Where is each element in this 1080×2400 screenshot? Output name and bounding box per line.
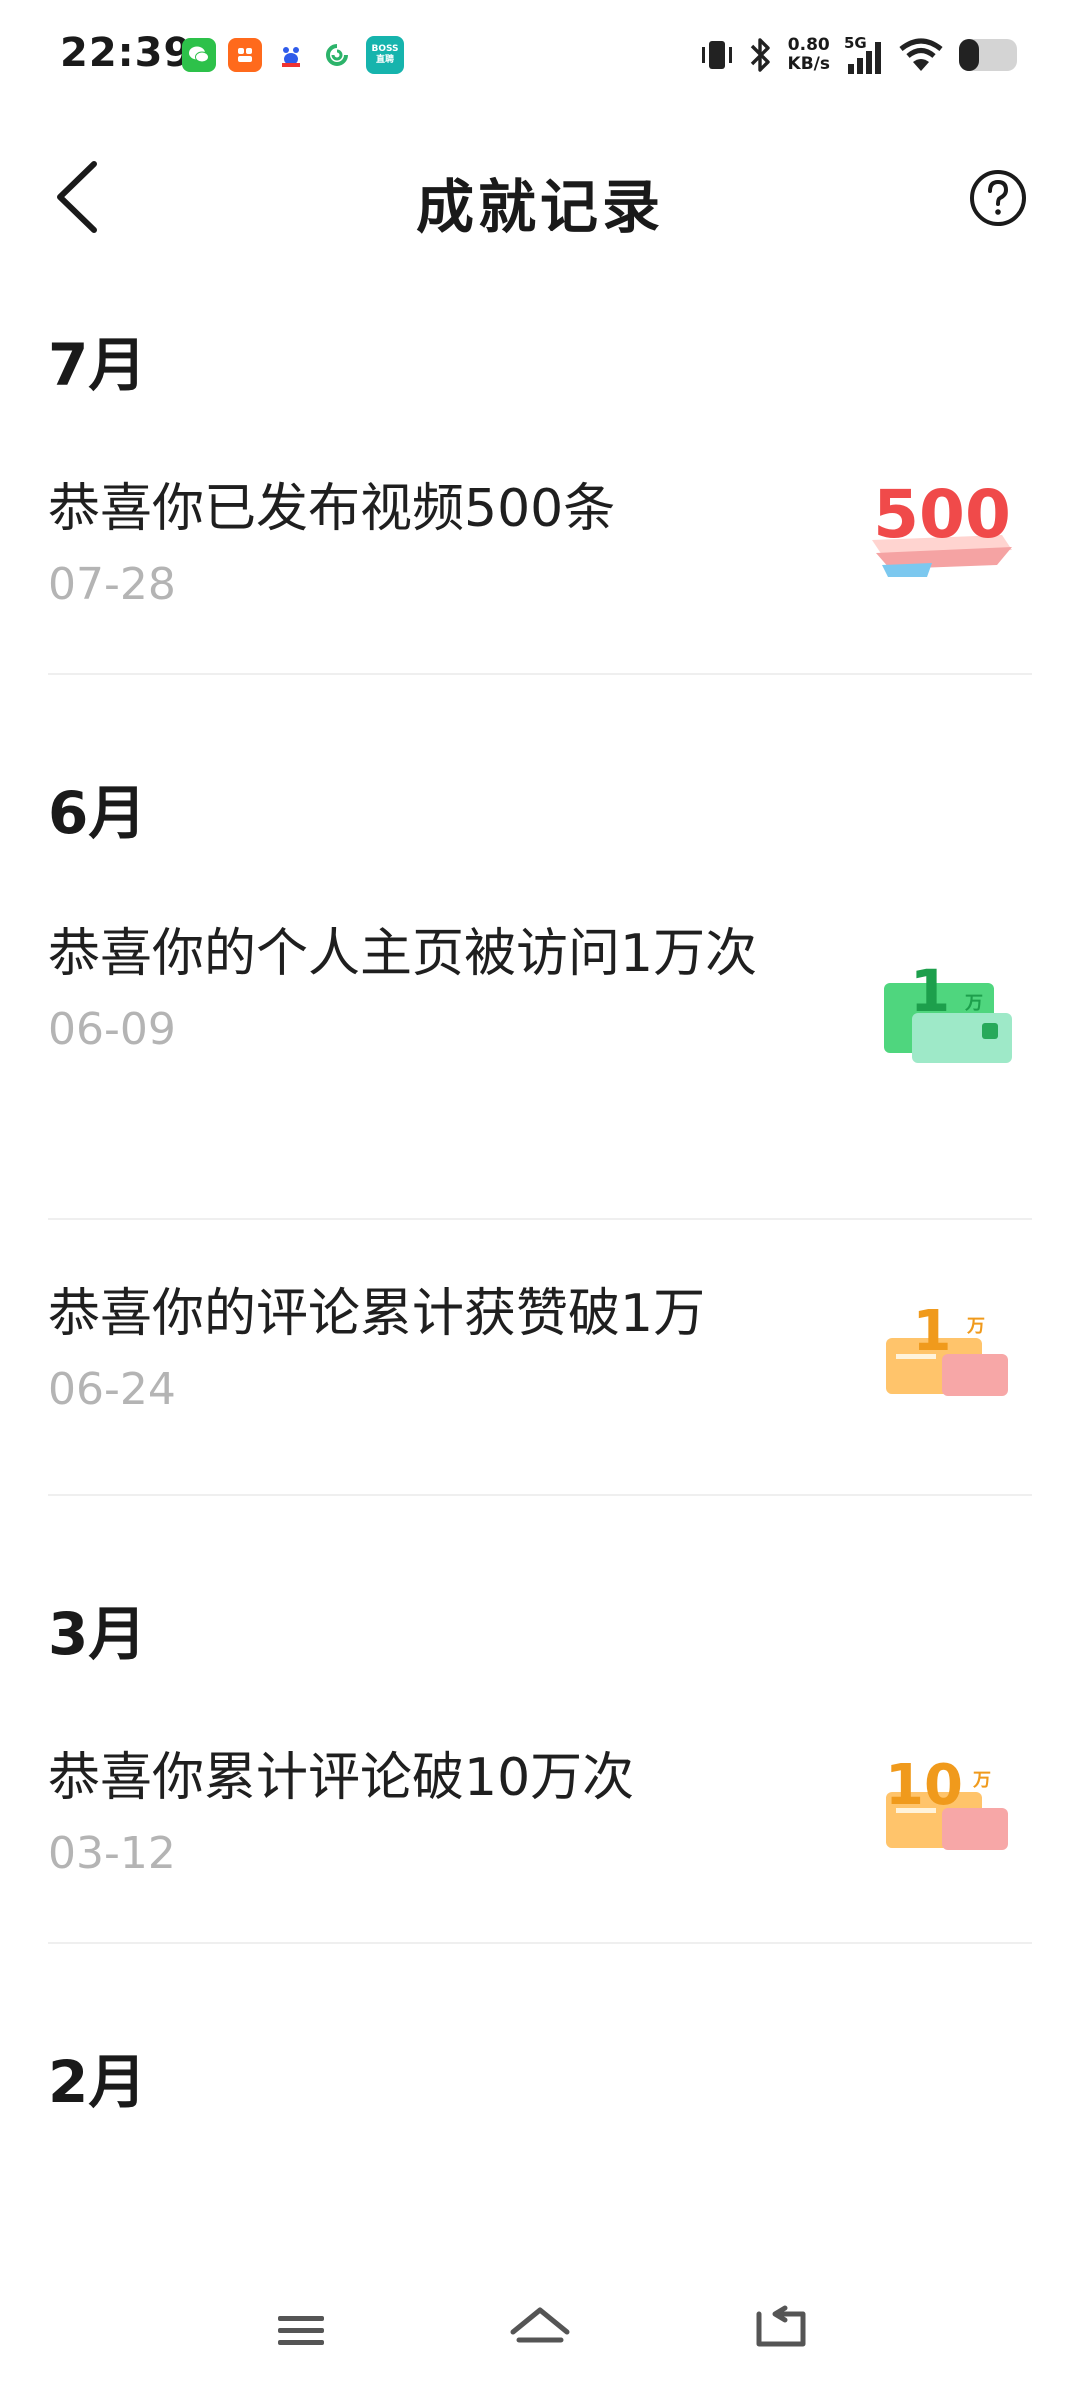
menu-icon[interactable] <box>266 2300 336 2360</box>
boss-zhipin-icon: BOSS 直聘 <box>366 36 404 74</box>
app-icon <box>320 38 354 72</box>
list-item[interactable]: 恭喜你的评论累计获赞破1万 06-24 1 万 <box>48 1220 1032 1496</box>
taobao-icon <box>228 38 262 72</box>
achievement-text: 恭喜你的个人主页被访问1万次 <box>48 924 758 984</box>
status-time: 22:39 <box>60 30 193 76</box>
badge-10wan-icon: 10 万 <box>885 1753 1008 1850</box>
app-header: 成就记录 <box>0 130 1080 270</box>
list-item[interactable]: 恭喜你已发布视频500条 07-28 500 <box>48 405 1032 675</box>
network-speed: 0.80 KB/s <box>787 35 830 74</box>
month-header: 6月 <box>48 779 147 847</box>
month-header: 7月 <box>48 331 147 399</box>
status-bar: 22:39 BOSS 直聘 0.80 KB/s 5G <box>0 0 1080 115</box>
svg-text:1: 1 <box>913 1299 952 1364</box>
list-item[interactable]: 恭喜你的个人主页被访问1万次 06-09 1 万 <box>48 853 1032 1220</box>
status-indicators: 0.80 KB/s 5G <box>700 32 1020 78</box>
back-icon[interactable] <box>745 2300 815 2360</box>
badge-1wan-orange-icon: 1 万 <box>886 1299 1008 1396</box>
svg-text:1: 1 <box>910 957 950 1025</box>
wifi-icon <box>899 38 943 71</box>
svg-text:万: 万 <box>966 1316 985 1337</box>
list-item[interactable]: 恭喜你累计评论破10万次 03-12 10 万 <box>48 1674 1032 1944</box>
page-title: 成就记录 <box>415 173 664 241</box>
vibrate-icon <box>701 41 732 69</box>
svg-text:万: 万 <box>964 993 983 1014</box>
wechat-icon <box>182 38 216 72</box>
svg-text:万: 万 <box>972 1770 991 1791</box>
achievement-text: 恭喜你累计评论破10万次 <box>48 1748 635 1808</box>
help-icon[interactable] <box>968 168 1028 228</box>
battery-icon <box>959 39 1017 71</box>
signal-5g-icon: 5G <box>844 34 884 74</box>
month-header: 2月 <box>48 2048 147 2116</box>
svg-text:10: 10 <box>885 1753 963 1818</box>
baidu-icon <box>274 38 308 72</box>
achievement-text: 恭喜你的评论累计获赞破1万 <box>48 1284 706 1344</box>
svg-text:500: 500 <box>873 476 1011 553</box>
achievement-text: 恭喜你已发布视频500条 <box>48 479 616 539</box>
system-nav-bar <box>0 2260 1080 2400</box>
badge-500-icon: 500 <box>872 476 1012 577</box>
badge-1wan-green-icon: 1 万 <box>884 957 1012 1063</box>
home-icon[interactable] <box>505 2300 575 2360</box>
achievement-list[interactable]: 7月 恭喜你已发布视频500条 07-28 500 6月 恭喜你的个人主页被访问… <box>0 300 1080 2280</box>
bluetooth-icon <box>750 38 770 72</box>
month-header: 3月 <box>48 1600 147 1668</box>
